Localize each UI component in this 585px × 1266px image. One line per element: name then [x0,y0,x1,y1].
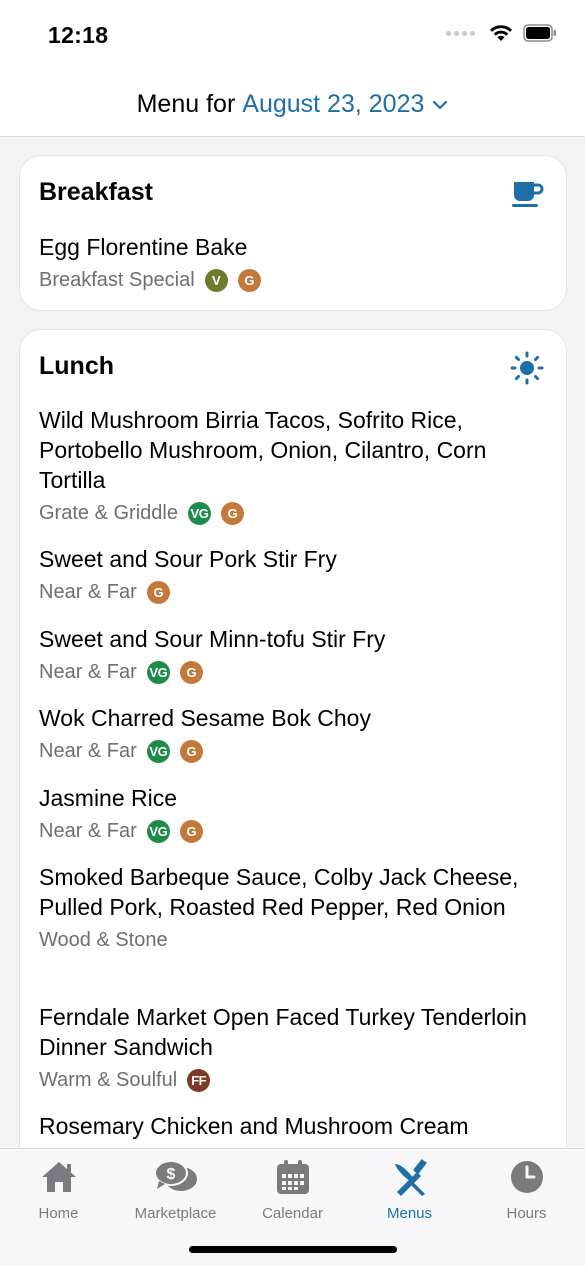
menu-item-name: Ferndale Market Open Faced Turkey Tender… [39,1004,527,1060]
menu-item-station: Breakfast Special [39,268,195,291]
farm-fresh-badge: FF [187,1068,211,1092]
battery-icon [523,24,556,42]
tab-calendar[interactable]: Calendar [234,1157,351,1227]
menu-item-name: Wok Charred Sesame Bok Choy [39,705,371,731]
tab-home[interactable]: Home [0,1157,117,1227]
menu-item-station: Near & Far [39,580,137,603]
menu-date-selector[interactable]: August 23, 2023 [242,90,424,119]
gluten-friendly-badge: G [146,580,170,604]
menu-item-name: Jasmine Rice [39,785,178,811]
status-time: 12:18 [48,22,109,48]
coffee-cup-icon [512,182,544,207]
tab-hours[interactable]: Hours [468,1157,585,1227]
chevron-down-icon[interactable] [432,99,448,111]
vegan-badge: VG [146,739,170,763]
tab-label: Calendar [262,1205,323,1222]
menu-item[interactable]: Ferndale Market Open Faced Turkey Tender… [39,1002,547,1094]
svg-text:$: $ [166,1166,175,1183]
menu-scroll-content[interactable]: Breakfast Egg Florentine Bake Breakfast … [0,137,585,1148]
menu-item-station: Wood & Stone [39,928,168,951]
gluten-friendly-badge: G [237,268,261,292]
menu-item-name: Smoked Barbeque Sauce, Colby Jack Cheese… [39,864,519,920]
menu-item[interactable]: Wok Charred Sesame Bok Choy Near & Far V… [39,703,547,765]
menu-item-name: Wild Mushroom Birria Tacos, Sofrito Rice… [39,407,487,493]
menu-item[interactable]: Sweet and Sour Minn-tofu Stir Fry Near &… [39,624,547,686]
tab-marketplace[interactable]: $ Marketplace [117,1157,234,1227]
gluten-friendly-badge: G [220,501,244,525]
vegetarian-badge: V [204,268,228,292]
menu-item-station: Near & Far [39,819,137,842]
status-indicators [446,24,557,42]
home-indicator[interactable] [189,1246,397,1253]
menu-item-station: Grate & Griddle [39,501,178,524]
menu-item[interactable]: Jasmine Rice Near & Far VG G [39,783,547,845]
menu-item[interactable]: Wild Mushroom Birria Tacos, Sofrito Rice… [39,405,547,527]
gluten-friendly-badge: G [179,660,203,684]
vegan-badge: VG [187,501,211,525]
menu-item[interactable]: Rosemary Chicken and Mushroom Cream [39,1111,547,1141]
gluten-friendly-badge: G [179,739,203,763]
menu-item-station: Near & Far [39,739,137,762]
sun-icon [510,351,544,385]
calendar-icon [276,1160,309,1194]
menu-item-name: Sweet and Sour Pork Stir Fry [39,546,337,572]
menu-item-name: Sweet and Sour Minn-tofu Stir Fry [39,626,386,652]
tab-menus[interactable]: Menus [351,1157,468,1227]
tab-label: Menus [386,1205,433,1222]
menu-item-station: Near & Far [39,660,137,683]
utensils-icon [394,1159,426,1196]
menu-item[interactable]: Smoked Barbeque Sauce, Colby Jack Cheese… [39,862,547,954]
home-icon [41,1162,76,1192]
gluten-friendly-badge: G [179,819,203,843]
menu-item-name: Egg Florentine Bake [39,234,248,260]
cellular-signal-icon [446,30,475,36]
menu-item[interactable]: Sweet and Sour Pork Stir Fry Near & Far … [39,544,547,606]
breakfast-title: Breakfast [39,178,153,206]
vegan-badge: VG [146,819,170,843]
breakfast-card: Breakfast Egg Florentine Bake Breakfast … [19,155,567,311]
wifi-icon [490,25,512,41]
tab-label: Home [38,1205,79,1222]
clock-icon [510,1161,543,1193]
menu-item-name: Rosemary Chicken and Mushroom Cream [39,1113,469,1139]
lunch-title: Lunch [39,352,114,380]
lunch-card: Lunch Wild Mushroom Birria Tacos, Sofrit… [19,329,567,1148]
vegan-badge: VG [146,660,170,684]
menu-item-station: Warm & Soulful [39,1068,178,1091]
menu-item[interactable]: Egg Florentine Bake Breakfast Special V … [39,232,547,294]
status-bar: 12:18 [0,0,585,72]
menu-for-label: Menu for [136,89,236,118]
marketplace-chat-icon: $ [153,1160,197,1191]
tab-label: Marketplace [134,1205,217,1222]
tab-label: Hours [506,1205,547,1222]
menu-date-header[interactable]: Menu for August 23, 2023 [0,72,585,137]
